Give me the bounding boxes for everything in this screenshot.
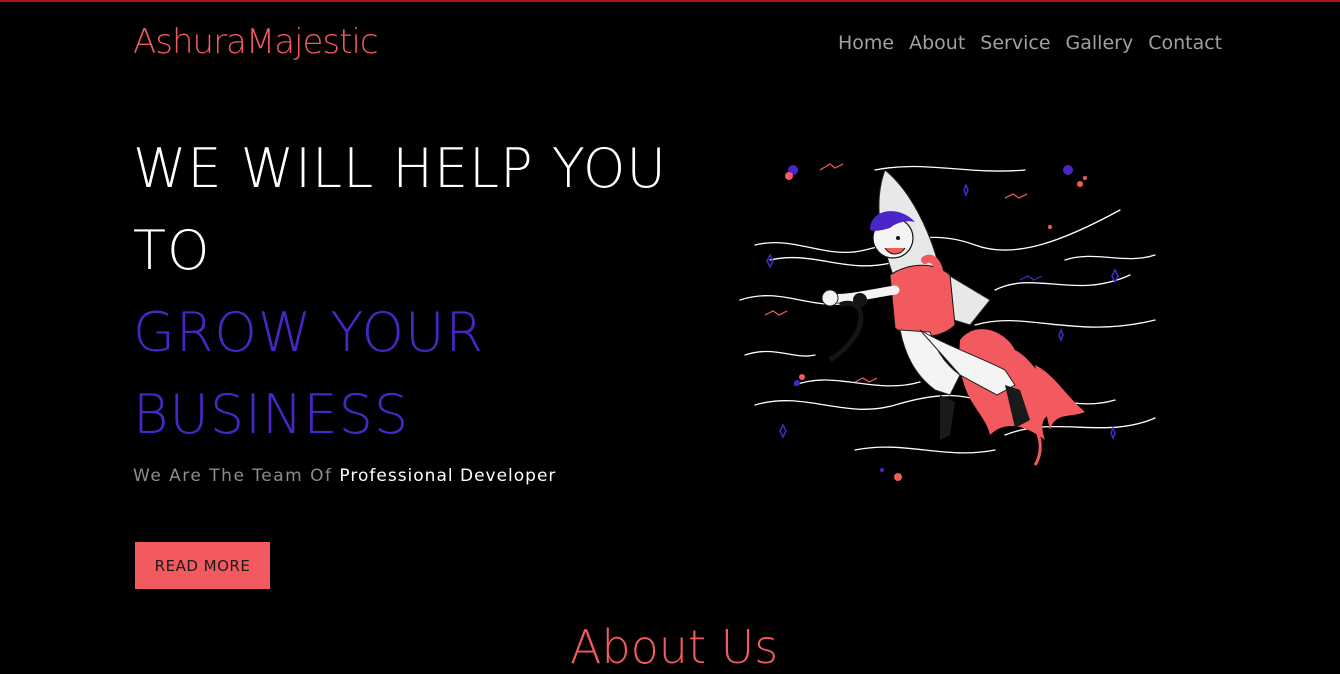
- hero-headline: WE WILL HELP YOU TO GROW YOUR BUSINESS: [133, 128, 667, 456]
- rocket-boy-illustration-icon: [739, 163, 1156, 481]
- about-us-title: About Us: [570, 620, 779, 674]
- top-border: [0, 0, 1340, 2]
- nav-gallery[interactable]: Gallery: [1066, 32, 1134, 54]
- subtitle-highlight: Professional Developer: [339, 466, 557, 486]
- nav-about[interactable]: About: [909, 32, 965, 54]
- read-more-button[interactable]: READ MORE: [135, 542, 270, 589]
- hero-line-2: TO: [133, 219, 211, 282]
- hero-line-4: BUSINESS: [133, 383, 410, 446]
- nav-contact[interactable]: Contact: [1148, 32, 1222, 54]
- hero-line-3: GROW YOUR: [133, 301, 485, 364]
- site-logo[interactable]: AshuraMajestic: [133, 22, 379, 62]
- nav-service[interactable]: Service: [980, 32, 1050, 54]
- hero-subtitle: We Are The Team Of Professional Develope…: [133, 466, 556, 486]
- subtitle-prefix: We Are The Team Of: [133, 466, 333, 486]
- hero-line-1: WE WILL HELP YOU: [133, 137, 667, 200]
- nav-home[interactable]: Home: [838, 32, 894, 54]
- main-nav: Home About Service Gallery Contact: [838, 32, 1222, 54]
